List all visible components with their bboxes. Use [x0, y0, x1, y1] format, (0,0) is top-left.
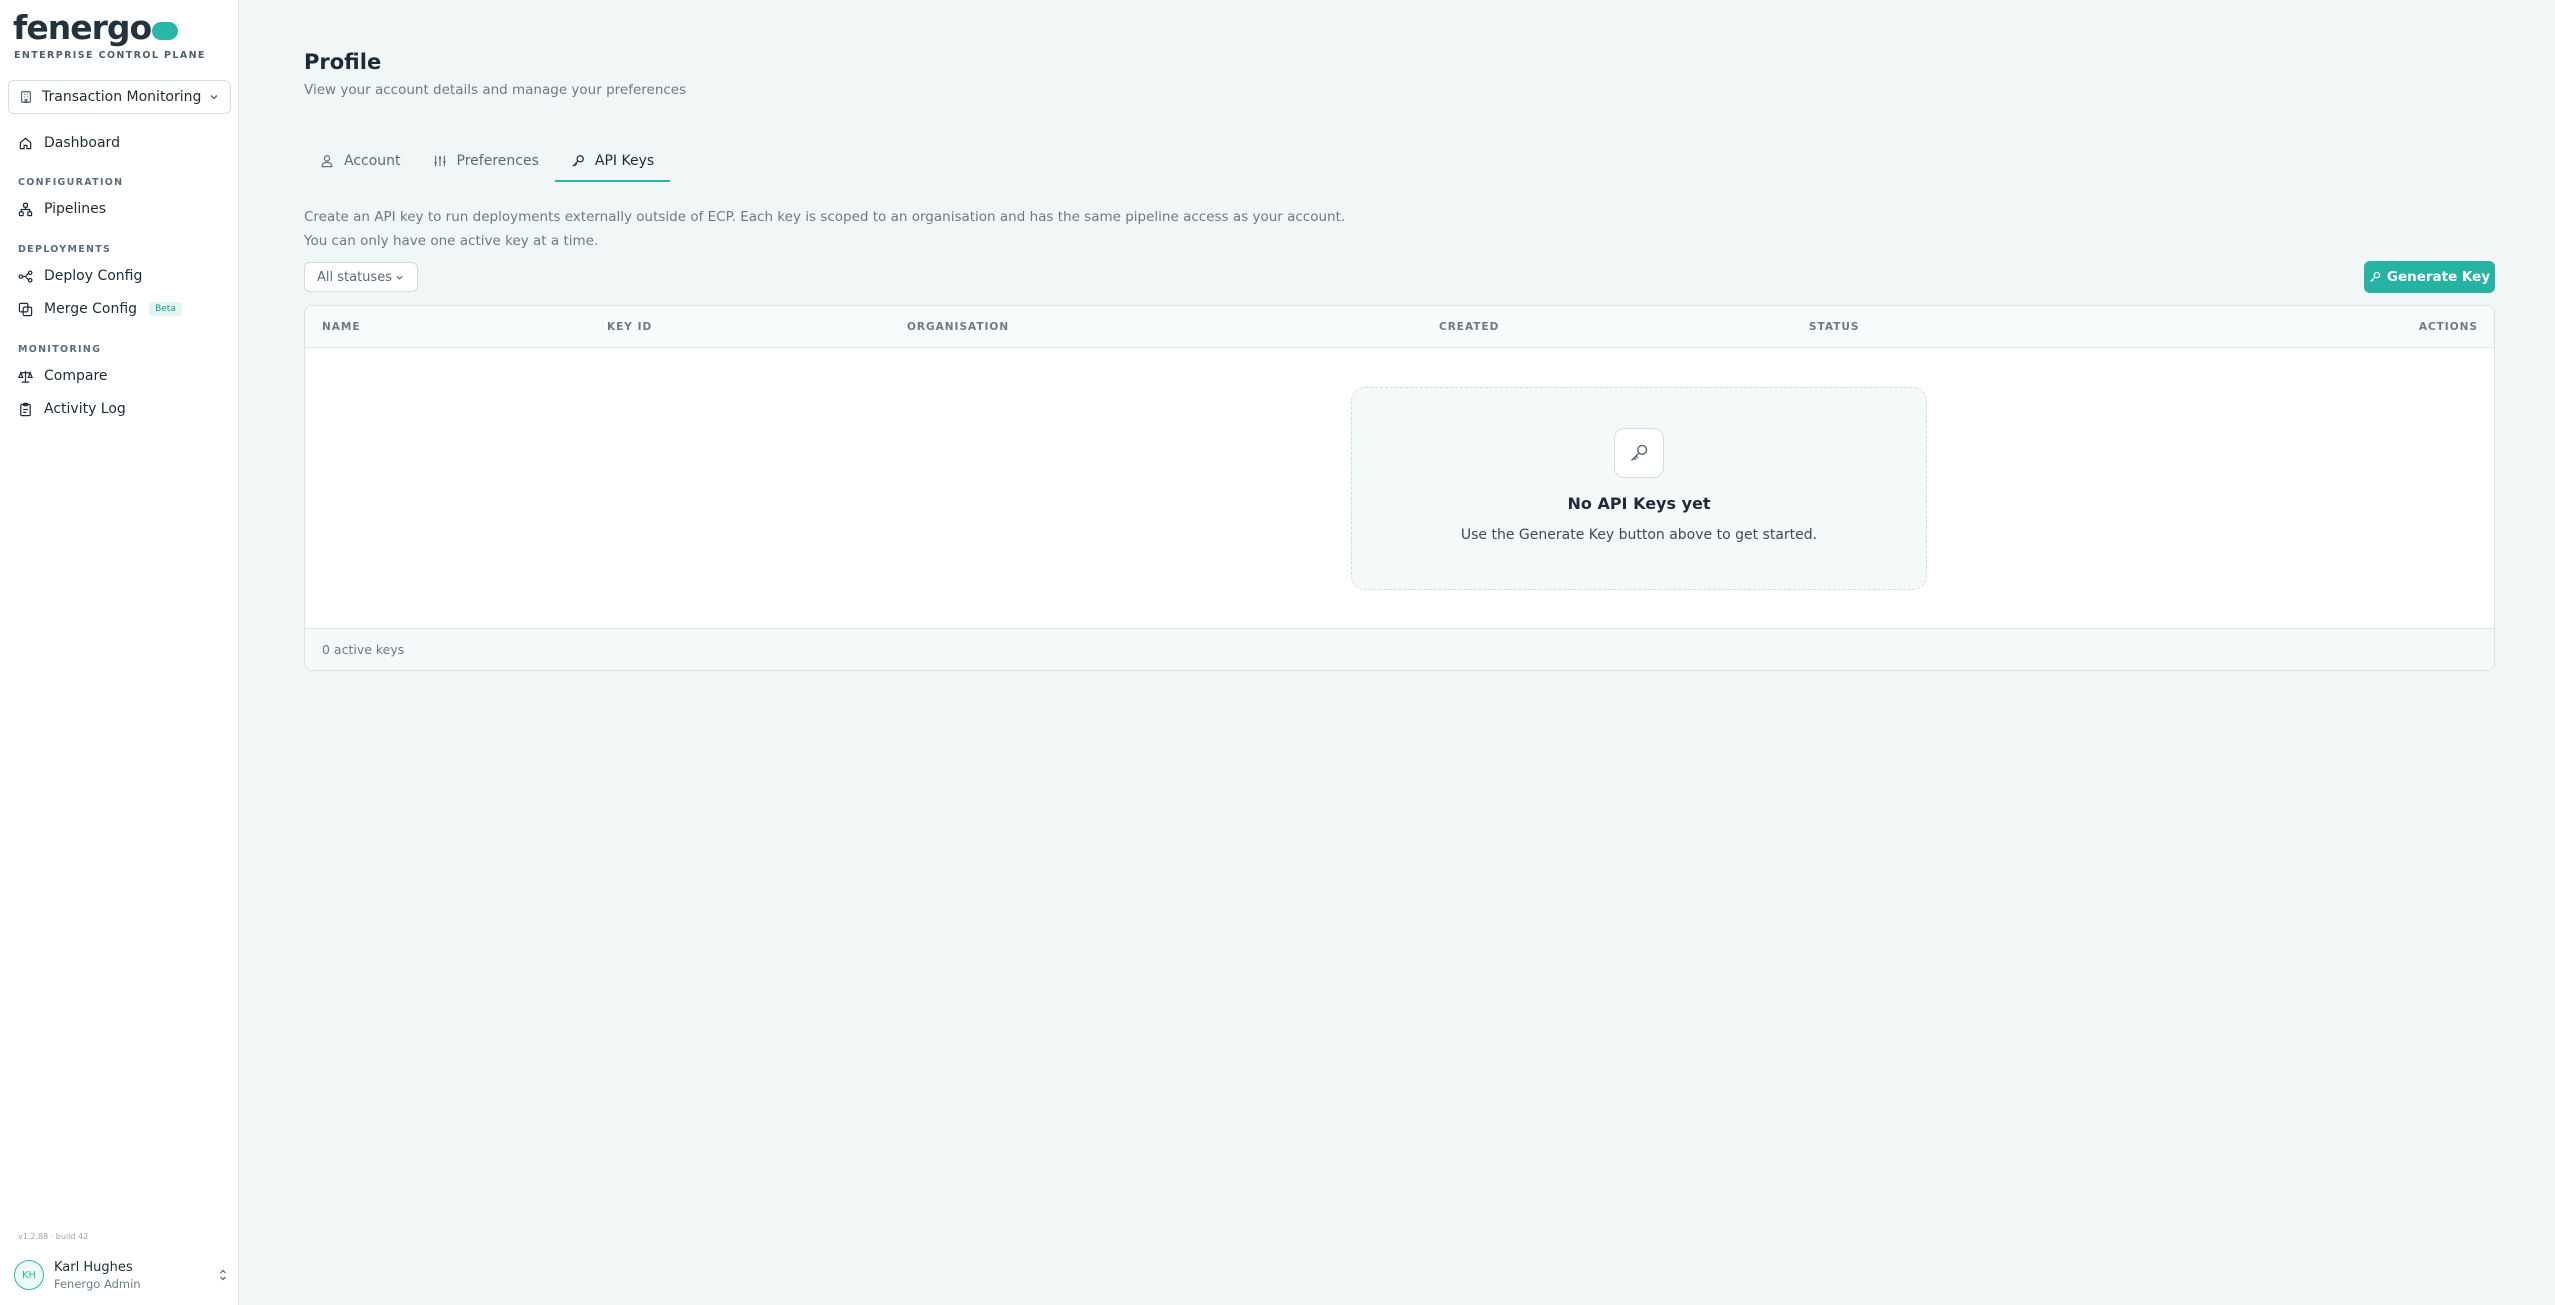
app-version: v1.2.88 · build 42 [18, 1232, 89, 1241]
column-header-actions: ACTIONS [2418, 321, 2478, 333]
deploy-icon [18, 269, 33, 283]
tab-label: API Keys [594, 153, 655, 169]
status-filter-label: All statuses [317, 269, 392, 285]
building-icon [21, 91, 31, 103]
active-keys-count: 0 active keys [322, 642, 405, 657]
chevron-down-icon [396, 275, 403, 280]
sidebar-item-activity-log[interactable]: Activity Log [8, 394, 231, 424]
column-header-organisation[interactable]: ORGANISATION [907, 321, 1009, 333]
scale-icon [18, 370, 33, 383]
user-menu[interactable]: KH Karl Hughes Fenergo Admin [14, 1257, 229, 1293]
intro-line: Create an API key to run deployments ext… [304, 209, 1346, 225]
column-header-created[interactable]: CREATED [1439, 321, 1499, 333]
sidebar-item-pipelines[interactable]: Pipelines [8, 194, 231, 224]
tab-account[interactable]: Account [304, 140, 417, 182]
empty-state-title: No API Keys yet [1567, 494, 1711, 513]
intro-line: You can only have one active key at a ti… [304, 233, 599, 249]
workspace-label: Transaction Monitoring [42, 89, 202, 105]
user-icon [321, 155, 333, 168]
tab-preferences[interactable]: Preferences [417, 140, 555, 182]
tab-api-keys[interactable]: API Keys [554, 140, 671, 182]
sidebar: fenergo ENTERPRISE CONTROL PLANE Transac… [0, 0, 239, 1305]
page-title: Profile [304, 50, 382, 74]
user-info: Karl Hughes Fenergo Admin [54, 1259, 217, 1292]
merge-icon [18, 302, 33, 316]
logo-text: fenergo [13, 8, 152, 47]
key-icon [1630, 444, 1648, 462]
workspace-selector[interactable]: Transaction Monitoring [8, 80, 231, 114]
pipeline-icon [18, 202, 33, 216]
table-footer: 0 active keys [305, 628, 2494, 670]
avatar: KH [14, 1260, 44, 1290]
api-keys-intro: Create an API key to run deployments ext… [304, 205, 1345, 253]
chevron-up-down-icon [220, 1269, 226, 1281]
status-filter-dropdown[interactable]: All statuses [304, 262, 418, 292]
brand-subtitle: ENTERPRISE CONTROL PLANE [14, 50, 206, 61]
sidebar-item-label: Dashboard [44, 135, 120, 151]
section-configuration: CONFIGURATION [18, 177, 124, 188]
tab-label: Preferences [456, 153, 539, 169]
user-name: Karl Hughes [54, 1259, 133, 1275]
sidebar-item-deploy-config[interactable]: Deploy Config [8, 261, 231, 291]
table-header: NAME KEY ID ORGANISATION CREATED STATUS … [305, 306, 2494, 348]
profile-tabs: Account Preferences API Keys [304, 140, 671, 182]
sidebar-item-label: Compare [44, 368, 108, 384]
main-content: Profile View your account details and ma… [239, 0, 2555, 1305]
sidebar-item-merge-config[interactable]: Merge Config Beta [8, 294, 231, 324]
column-header-name[interactable]: NAME [322, 321, 361, 333]
tab-label: Account [344, 153, 401, 169]
chevron-down-icon [210, 95, 218, 100]
clipboard-icon [20, 402, 31, 416]
home-icon [19, 137, 32, 149]
beta-badge: Beta [149, 302, 182, 316]
empty-state: No API Keys yet Use the Generate Key but… [1351, 387, 1927, 590]
sidebar-item-label: Activity Log [44, 401, 126, 417]
section-deployments: DEPLOYMENTS [18, 244, 112, 255]
generate-key-label: Generate Key [2386, 269, 2491, 285]
page-subtitle: View your account details and manage you… [304, 82, 687, 98]
sidebar-item-compare[interactable]: Compare [8, 361, 231, 391]
column-header-status[interactable]: STATUS [1809, 321, 1859, 333]
section-monitoring: MONITORING [18, 344, 102, 355]
sidebar-item-label: Pipelines [44, 201, 107, 217]
sidebar-item-label: Merge Config [44, 301, 138, 317]
user-role: Fenergo Admin [54, 1276, 141, 1291]
sliders-icon [433, 155, 446, 167]
key-icon [2369, 271, 2380, 282]
empty-state-text: Use the Generate Key button above to get… [1460, 527, 1818, 543]
empty-state-icon-box [1614, 428, 1664, 478]
logo-toggle-icon [152, 22, 179, 40]
column-header-key-id[interactable]: KEY ID [607, 321, 652, 333]
sidebar-item-label: Deploy Config [44, 268, 143, 284]
logo[interactable]: fenergo [13, 8, 179, 48]
key-icon [572, 155, 584, 167]
generate-key-button[interactable]: Generate Key [2364, 261, 2495, 293]
sidebar-item-dashboard[interactable]: Dashboard [8, 128, 231, 158]
app-root: fenergo ENTERPRISE CONTROL PLANE Transac… [0, 0, 2555, 1305]
